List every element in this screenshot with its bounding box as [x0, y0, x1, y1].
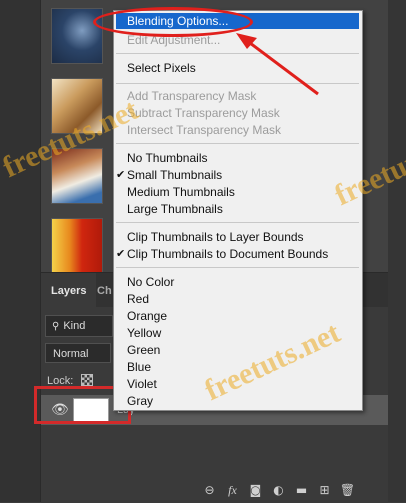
thumbnail-image[interactable] — [51, 148, 103, 204]
menu-item-small-thumbnails[interactable]: ✔ Small Thumbnails — [116, 167, 357, 183]
menu-item-color-violet[interactable]: Violet — [127, 376, 357, 392]
layer-filter-value: Kind — [63, 320, 86, 332]
menu-item-medium-thumbnails[interactable]: Medium Thumbnails — [127, 184, 357, 200]
blend-mode-select[interactable]: Normal — [45, 343, 111, 363]
menu-item-color-none[interactable]: No Color — [127, 274, 357, 290]
lock-transparency-icon[interactable] — [81, 374, 93, 386]
layers-footer: ⊖ fx ◙ ◐ ▬ ⊞ 🗑 — [201, 481, 356, 499]
thumbnail-image[interactable] — [51, 218, 103, 274]
menu-item-no-thumbnails[interactable]: No Thumbnails — [127, 150, 357, 166]
link-icon[interactable]: ⊖ — [201, 483, 218, 497]
menu-separator — [116, 267, 359, 268]
menu-separator — [116, 53, 359, 54]
checkmark-icon: ✔ — [116, 168, 126, 181]
menu-separator — [116, 222, 359, 223]
thumbnail-image[interactable] — [51, 78, 103, 134]
menu-item-intersect-transparency-mask[interactable]: Intersect Transparency Mask — [127, 122, 357, 138]
layer-filter-select[interactable]: ⚲ Kind — [45, 315, 113, 337]
menu-item-color-green[interactable]: Green — [127, 342, 357, 358]
folder-icon[interactable]: ▬ — [293, 483, 310, 497]
menu-separator — [116, 143, 359, 144]
new-layer-icon[interactable]: ⊞ — [316, 483, 333, 497]
menu-separator — [116, 83, 359, 84]
checkmark-icon: ✔ — [116, 247, 126, 260]
tab-channels[interactable]: Ch — [97, 273, 112, 309]
mask-icon[interactable]: ◙ — [247, 483, 264, 497]
thumbnail-image[interactable] — [51, 8, 103, 64]
left-dock — [0, 0, 41, 502]
annotation-ellipse — [93, 7, 253, 37]
menu-item-color-orange[interactable]: Orange — [127, 308, 357, 324]
menu-item-subtract-transparency-mask[interactable]: Subtract Transparency Mask — [127, 105, 357, 121]
menu-item-clip-layer-bounds[interactable]: Clip Thumbnails to Layer Bounds — [127, 229, 357, 245]
menu-item-color-yellow[interactable]: Yellow — [127, 325, 357, 341]
search-icon: ⚲ — [52, 321, 60, 332]
right-scrollbar[interactable] — [388, 0, 406, 502]
menu-item-color-gray[interactable]: Gray — [127, 393, 357, 409]
menu-item-large-thumbnails[interactable]: Large Thumbnails — [127, 201, 357, 217]
menu-item-add-transparency-mask[interactable]: Add Transparency Mask — [127, 88, 357, 104]
fx-icon[interactable]: fx — [224, 483, 241, 498]
menu-item-select-pixels[interactable]: Select Pixels — [127, 60, 357, 76]
menu-item-color-blue[interactable]: Blue — [127, 359, 357, 375]
trash-icon[interactable]: 🗑 — [339, 483, 356, 497]
layer-context-menu: Blending Options... Edit Adjustment... S… — [113, 10, 363, 411]
menu-item-label: Clip Thumbnails to Document Bounds — [127, 247, 329, 261]
menu-item-color-red[interactable]: Red — [127, 291, 357, 307]
tab-layers[interactable]: Layers — [41, 273, 97, 307]
menu-item-label: Small Thumbnails — [127, 168, 223, 182]
adjustment-icon[interactable]: ◐ — [270, 483, 287, 497]
menu-item-clip-document-bounds[interactable]: ✔ Clip Thumbnails to Document Bounds — [116, 246, 357, 262]
